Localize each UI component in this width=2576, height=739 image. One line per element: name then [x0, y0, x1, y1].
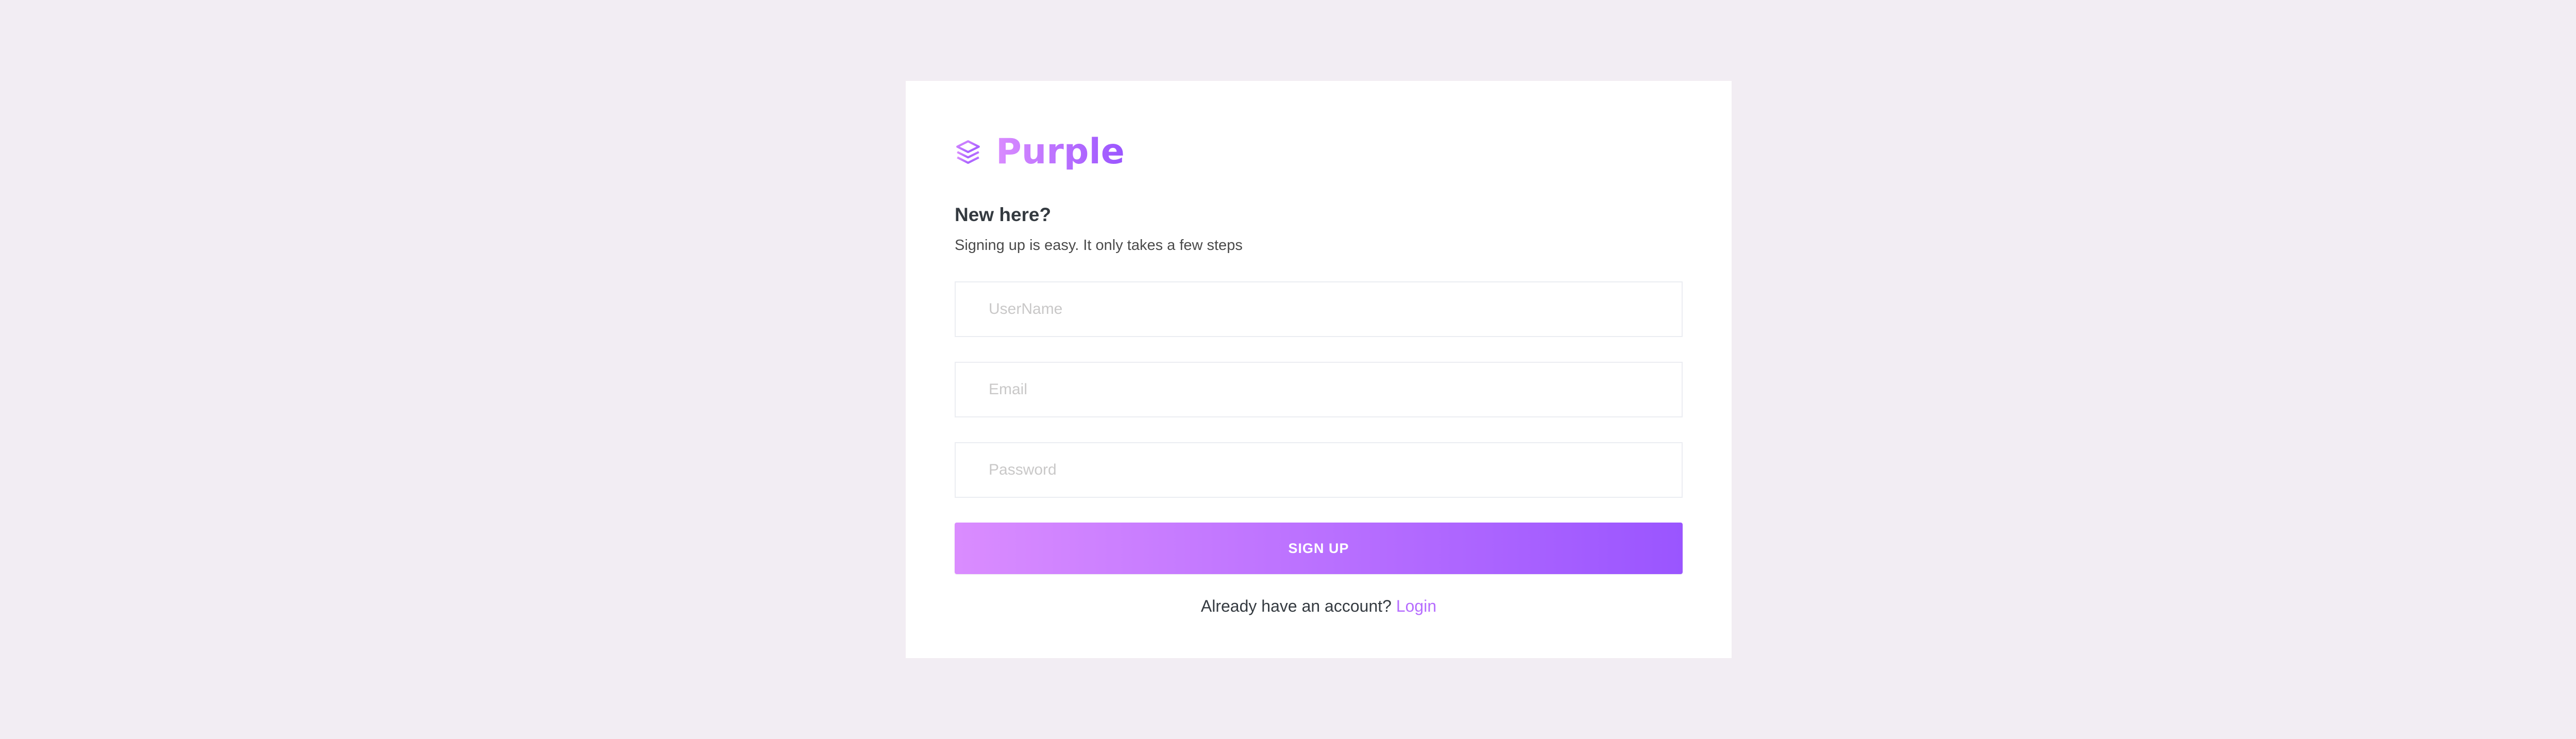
- username-input[interactable]: [988, 300, 1682, 319]
- brand-logo: Purple: [955, 126, 1683, 178]
- password-field-wrapper: [955, 442, 1683, 498]
- form-heading: New here?: [955, 204, 1052, 225]
- login-link[interactable]: Login: [1396, 597, 1436, 615]
- login-prompt-text: Already have an account?: [1200, 597, 1392, 616]
- signup-button[interactable]: SIGN UP: [955, 523, 1683, 575]
- email-field-wrapper: [955, 362, 1683, 418]
- brand-name: Purple: [996, 131, 1125, 172]
- signup-card: Purple New here? Signing up is easy. It …: [906, 81, 1732, 658]
- email-input[interactable]: [988, 380, 1682, 399]
- username-field-wrapper: [955, 281, 1683, 338]
- login-prompt-line: Already have an account? Login: [955, 597, 1683, 616]
- layers-icon: [955, 137, 981, 167]
- password-input[interactable]: [988, 461, 1682, 480]
- form-subheading: Signing up is easy. It only takes a few …: [955, 237, 1243, 254]
